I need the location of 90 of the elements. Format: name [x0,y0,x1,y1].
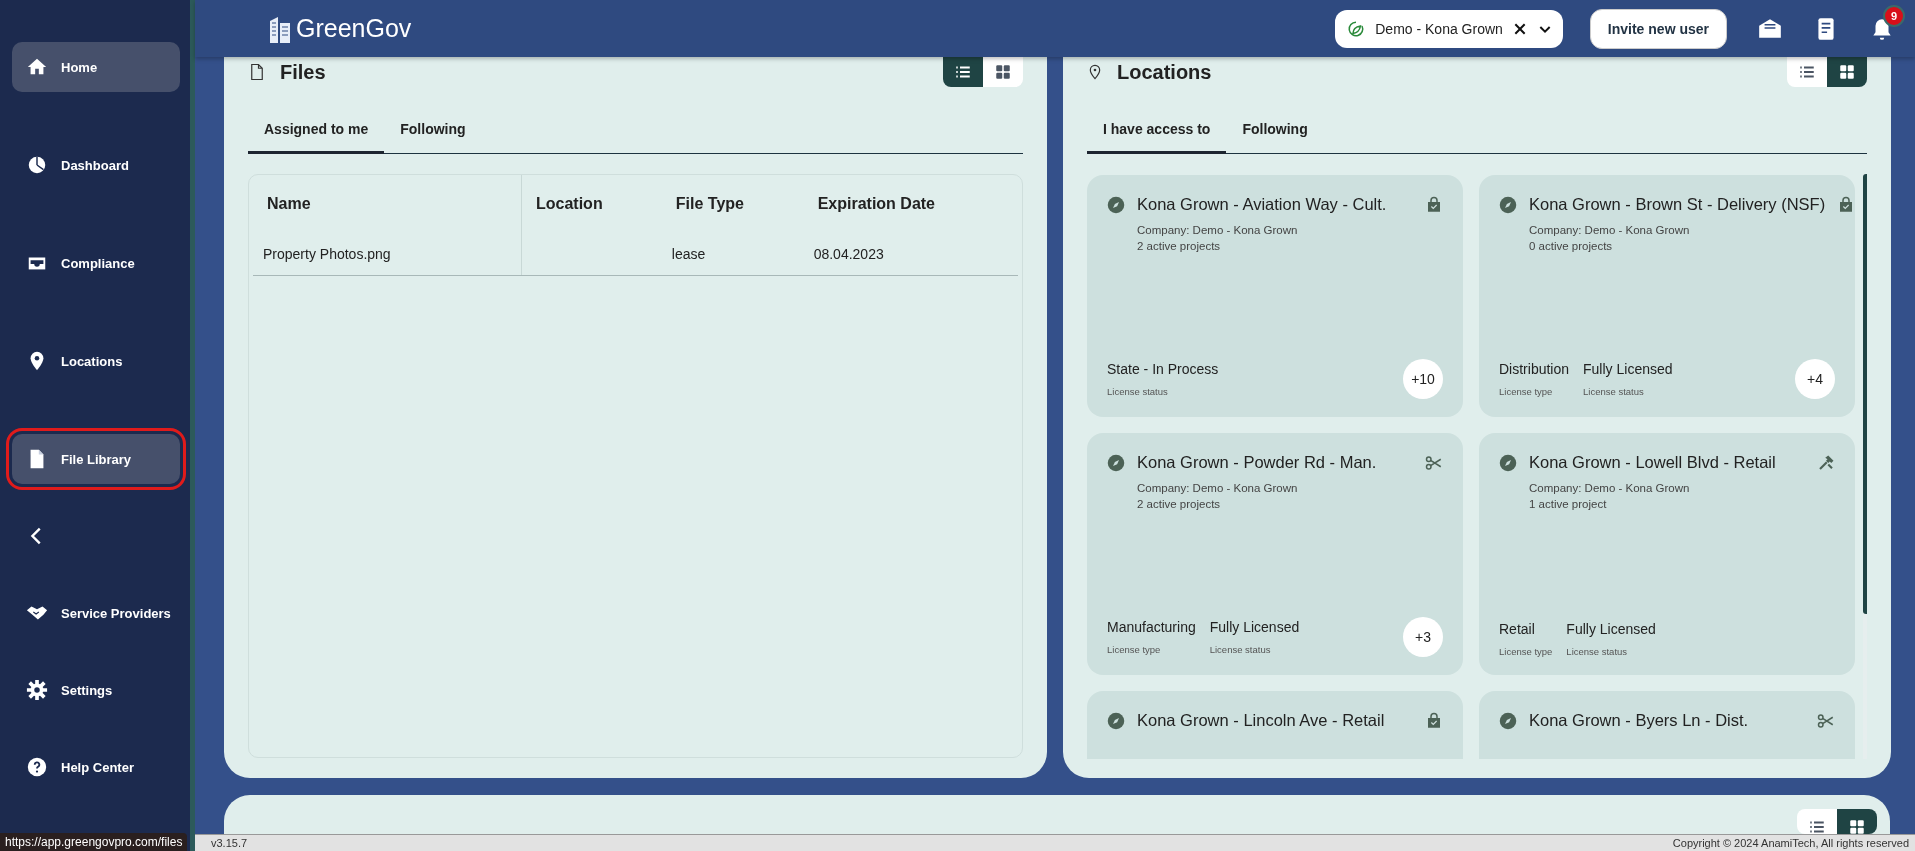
sidebar-item[interactable]: Dashboard [12,140,180,190]
shopping-bag-icon [1425,195,1443,214]
company-name: Demo - Kona Grown [1375,20,1503,37]
help-icon [26,756,48,778]
pie-chart-icon [26,154,48,176]
table-cell: 08.04.2023 [813,246,884,262]
project-count: 1 active project [1529,497,1608,512]
license-value: Manufacturing [1107,619,1196,635]
compass-icon [1499,195,1517,214]
more-licenses-button[interactable]: +3 [1403,617,1443,657]
location-card[interactable]: Kona Grown - Brown St - Delivery (NSF) Company: Demo - Kona Grown 0 active projects Distribution License type Fully Licensed License status +4 [1479,175,1855,417]
app-logo: GreenGov [268,14,412,43]
panel-title: Files [280,60,326,84]
tab[interactable]: Assigned to me [248,107,385,154]
tab[interactable]: I have access to [1087,107,1227,154]
location-card[interactable]: Kona Grown - Lincoln Ave - Retail [1087,691,1463,759]
project-count: 0 active projects [1529,239,1614,254]
scissors-icon [1425,453,1443,472]
license-value: Fully Licensed [1209,619,1300,635]
grid-view-button[interactable] [983,57,1023,87]
document-icon [248,62,266,82]
location-card[interactable]: Kona Grown - Byers Ln - Dist. [1479,691,1855,759]
grid-icon [1848,818,1866,834]
close-icon[interactable] [1512,21,1527,36]
license-label: License status [1566,646,1629,657]
version-label: v3.15.7 [211,837,248,849]
license-label: License type [1499,386,1554,397]
table-cell: Property Photos.png [263,246,391,262]
license-label: License status [1583,386,1645,397]
notification-count: 9 [1883,4,1905,27]
list-view-button[interactable] [943,57,983,87]
compass-icon [1499,711,1517,730]
license-value: Fully Licensed [1583,361,1673,377]
column-header: Name [267,195,311,212]
compass-icon [1107,195,1125,214]
tab[interactable]: Following [1226,107,1324,154]
list-view-button[interactable] [1787,57,1827,87]
settings-icon [26,679,48,701]
more-licenses-button[interactable]: +10 [1403,359,1443,399]
license-label: License type [1107,644,1162,655]
location-card[interactable]: Kona Grown - Lowell Blvd - Retail Company: Demo - Kona Grown 1 active project Retail License type Fully Licensed License status [1479,433,1855,675]
tools-icon [1817,453,1835,472]
location-name: Kona Grown - Lowell Blvd - Retail [1529,453,1777,472]
license-value: Distribution [1499,361,1570,377]
location-name: Kona Grown - Powder Rd - Man. [1137,453,1378,472]
table-cell: lease [671,246,706,262]
company-name: Company: Demo - Kona Grown [1137,223,1299,238]
license-label: License status [1107,386,1169,397]
license-value: Fully Licensed [1566,621,1656,637]
company-select[interactable]: Demo - Kona Grown [1335,9,1563,48]
scissors-icon [1817,711,1835,730]
sidebar-item[interactable]: Service Providers [12,588,180,638]
column-header: File Type [675,195,744,212]
tab[interactable]: Following [384,107,482,154]
copyright-text: Copyright © 2024 AnamiTech, All rights reserved [1672,837,1909,849]
link-preview: https://app.greengovpro.com/files [0,833,188,851]
location-name: Kona Grown - Brown St - Delivery (NSF) [1529,195,1826,214]
compass-icon [1499,453,1517,472]
invite-user-button[interactable]: Invite new user [1589,8,1727,49]
sidebar-item[interactable]: Locations [12,336,180,386]
map-pin-icon [1087,63,1103,81]
company-name: Company: Demo - Kona Grown [1529,481,1691,496]
sidebar-item[interactable]: Settings [12,665,180,715]
location-name: Kona Grown - Aviation Way - Cult. [1137,195,1388,214]
license-label: License status [1209,644,1272,655]
column-header: Expiration Date [817,195,935,212]
sidebar-item[interactable]: Home [12,42,180,92]
license-value: State - In Process [1107,361,1219,377]
compass-icon [1107,711,1125,730]
sidebar-item[interactable]: Compliance [12,238,180,288]
project-count: 2 active projects [1137,497,1222,512]
sidebar-item[interactable]: Help Center [12,742,180,792]
leaf-icon [1347,19,1366,38]
location-card[interactable]: Kona Grown - Aviation Way - Cult. Company: Demo - Kona Grown 2 active projects State - In Process License status +10 [1087,175,1463,417]
company-name: Company: Demo - Kona Grown [1529,223,1691,238]
grid-icon [1838,63,1856,81]
panel-title: Locations [1117,60,1212,84]
license-value: Retail [1499,621,1536,637]
grid-view-button[interactable] [1827,57,1867,87]
location-name: Kona Grown - Lincoln Ave - Retail [1137,711,1386,730]
project-count: 2 active projects [1137,239,1222,254]
location-card[interactable]: Kona Grown - Powder Rd - Man. Company: Demo - Kona Grown 2 active projects Manufacturing License type Fully Licensed License status +3 [1087,433,1463,675]
grid-icon [994,63,1012,81]
column-header: Location [536,195,603,212]
compass-icon [1107,453,1125,472]
company-name: Company: Demo - Kona Grown [1137,481,1299,496]
location-name: Kona Grown - Byers Ln - Dist. [1529,711,1750,730]
more-licenses-button[interactable]: +4 [1795,359,1835,399]
shopping-bag-icon [1425,711,1443,730]
license-label: License type [1499,646,1553,657]
